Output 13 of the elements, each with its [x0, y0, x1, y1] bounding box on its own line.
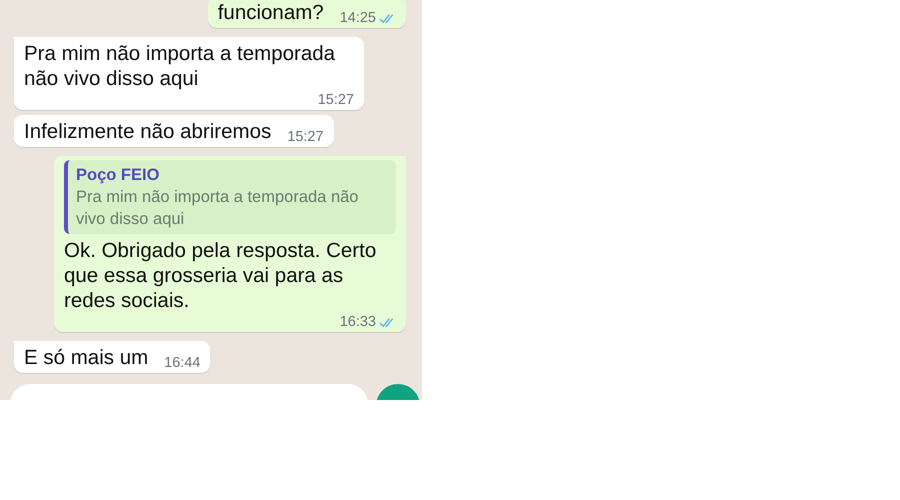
message-time: 14:25	[340, 10, 376, 26]
message-text: E só mais um	[24, 345, 148, 370]
message-time: 16:33	[340, 314, 376, 330]
quote-text: Pra mim não importa a temporada não vivo disso aqui	[76, 187, 360, 230]
message-text: Infelizmente não abriremos	[24, 119, 272, 144]
message-text: Pra mim não importa a temporada não vivo disso aqui	[24, 41, 336, 91]
message-time: 15:27	[318, 92, 354, 108]
message-time: 16:44	[164, 355, 200, 371]
message-time: 15:27	[287, 129, 324, 145]
message-text: Ok. Obrigado pela resposta. Certo que essa grosseria vai para as redes sociais.	[64, 238, 378, 313]
quote-author: Poço FEIO	[76, 165, 160, 186]
quoted-message[interactable]: Poço FEIO Pra mim não importa a temporada não vivo disso aqui	[64, 160, 396, 234]
message-text: funcionam?	[218, 0, 324, 25]
